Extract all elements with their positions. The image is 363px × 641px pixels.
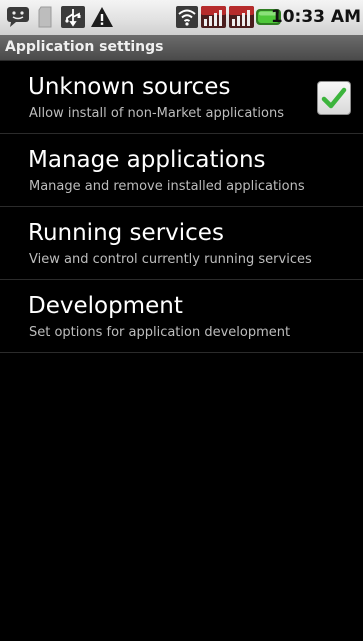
talk-icon xyxy=(7,7,29,27)
sd-card-icon xyxy=(38,6,52,28)
clock-time: 10:33 AM xyxy=(270,7,361,27)
usb-debug-icon xyxy=(61,6,85,28)
signal-icon xyxy=(229,6,254,28)
preference-list: Unknown sources Allow install of non-Mar… xyxy=(0,61,363,353)
unknown-sources-checkbox[interactable] xyxy=(317,81,351,115)
status-bar: 10:33 AM xyxy=(0,0,363,35)
wifi-icon xyxy=(176,6,198,28)
pref-item-development[interactable]: Development Set options for application … xyxy=(0,280,363,353)
pref-item-running-services[interactable]: Running services View and control curren… xyxy=(0,207,363,280)
screen: 10:33 AM Application settings Unknown so… xyxy=(0,0,363,641)
pref-item-manage-applications[interactable]: Manage applications Manage and remove in… xyxy=(0,134,363,207)
pref-summary: Allow install of non-Market applications xyxy=(29,106,284,121)
pref-title: Development xyxy=(28,293,183,319)
pref-summary: Set options for application development xyxy=(29,325,291,340)
checkmark-icon xyxy=(321,87,347,109)
pref-title: Unknown sources xyxy=(28,74,231,100)
pref-item-unknown-sources[interactable]: Unknown sources Allow install of non-Mar… xyxy=(0,61,363,134)
title-bar: Application settings xyxy=(0,35,363,61)
pref-title: Manage applications xyxy=(28,147,266,173)
signal-icon xyxy=(201,6,226,28)
pref-summary: View and control currently running servi… xyxy=(29,252,312,267)
warning-icon xyxy=(91,7,113,27)
pref-summary: Manage and remove installed applications xyxy=(29,179,305,194)
pref-title: Running services xyxy=(28,220,224,246)
page-title: Application settings xyxy=(5,39,164,55)
